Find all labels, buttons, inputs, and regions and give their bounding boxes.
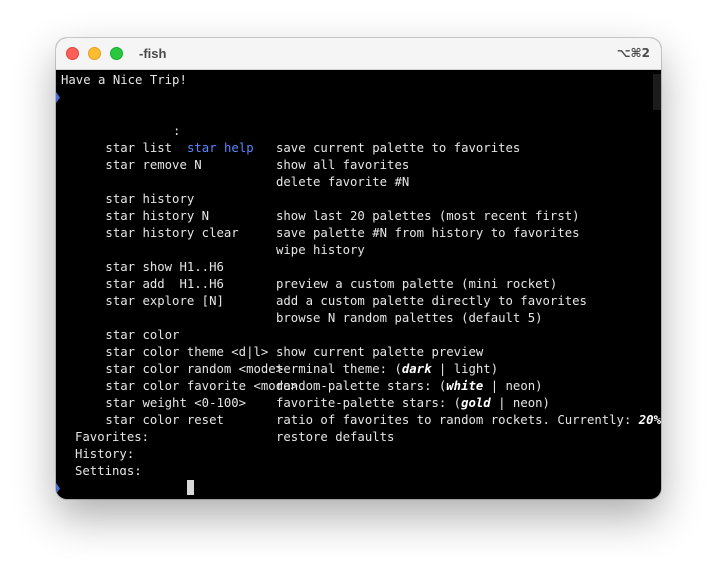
help-description: save palette #N from history to favorite… (276, 226, 580, 240)
title-bar[interactable]: -fish ⌥⌘2 (56, 38, 661, 70)
window-shortcut-label: ⌥⌘2 (616, 46, 650, 60)
input-prompt-line[interactable]: : (56, 480, 356, 497)
help-row: star color show current palette preview (61, 310, 483, 359)
help-row: star color random <mode> random-palette … (61, 344, 542, 393)
help-description: restore defaults (276, 430, 395, 444)
help-command: star history clear (105, 226, 239, 240)
history-label: History: (75, 447, 135, 461)
close-button[interactable] (66, 47, 79, 60)
help-row: star add H1..H6 add a custom palette dir… (61, 259, 587, 308)
help-description: show current palette preview (276, 345, 484, 359)
text-cursor[interactable] (180, 480, 194, 497)
scrollbar[interactable] (653, 74, 661, 110)
prompt-line: : star help (56, 89, 356, 155)
current-value: 20% (638, 413, 661, 427)
help-description: ratio of favorites to random rockets. Cu… (276, 413, 661, 427)
current-value: gold (461, 396, 491, 410)
help-description: terminal theme: (dark | light) (276, 362, 499, 376)
terminal-window: -fish ⌥⌘2 Have a Nice Trip! : star help … (56, 38, 661, 499)
help-row: star color reset restore defaults (61, 395, 394, 444)
favorites-label: Favorites: (75, 430, 150, 444)
help-row: star history clear wipe history (61, 208, 364, 257)
help-description: wipe history (276, 243, 365, 257)
prompt-marker-icon (56, 92, 60, 103)
help-description: delete favorite #N (276, 175, 410, 189)
help-description: show all favorites (276, 158, 410, 172)
help-row: star color theme <d|l> terminal theme: (… (61, 327, 498, 376)
window-title: -fish (139, 46, 167, 61)
help-row: star history show last 20 palettes (most… (61, 174, 579, 223)
terminal-output[interactable]: Have a Nice Trip! : star help save curre… (56, 70, 661, 499)
help-row: star remove N delete favorite #N (61, 140, 409, 189)
help-description: save current palette to favorites (276, 141, 521, 155)
help-description: add a custom palette directly to favorit… (276, 294, 587, 308)
help-row: star color favorite <mode> favorite-pale… (61, 361, 550, 410)
help-description: browse N random palettes (default 5) (276, 311, 543, 325)
settings-label: Settings: (75, 464, 142, 475)
help-row: star list show all favorites (61, 123, 409, 172)
current-value: white (446, 379, 484, 393)
help-row: star explore [N] browse N random palette… (61, 276, 542, 325)
greeting-line: Have a Nice Trip! (61, 73, 187, 87)
current-value: dark (401, 362, 432, 376)
prompt-marker-icon (56, 483, 60, 494)
prompt-separator: : (173, 124, 181, 138)
help-description: random-palette stars: (white | neon) (276, 379, 543, 393)
help-row: save current palette to favorites (61, 106, 520, 155)
help-row: star weight <0-100> ratio of favorites t… (61, 378, 661, 427)
minimize-button[interactable] (88, 47, 101, 60)
help-command: star color reset (105, 413, 224, 427)
help-description: show last 20 palettes (most recent first… (276, 209, 580, 223)
zoom-button[interactable] (110, 47, 123, 60)
help-command: star remove N (105, 158, 202, 172)
help-description: preview a custom palette (mini rocket) (276, 277, 558, 291)
help-command: star explore [N] (105, 294, 224, 308)
help-row: star show H1..H6 preview a custom palett… (61, 242, 557, 291)
help-description: favorite-palette stars: (gold | neon) (276, 396, 550, 410)
help-row: star history N save palette #N from hist… (61, 191, 579, 240)
